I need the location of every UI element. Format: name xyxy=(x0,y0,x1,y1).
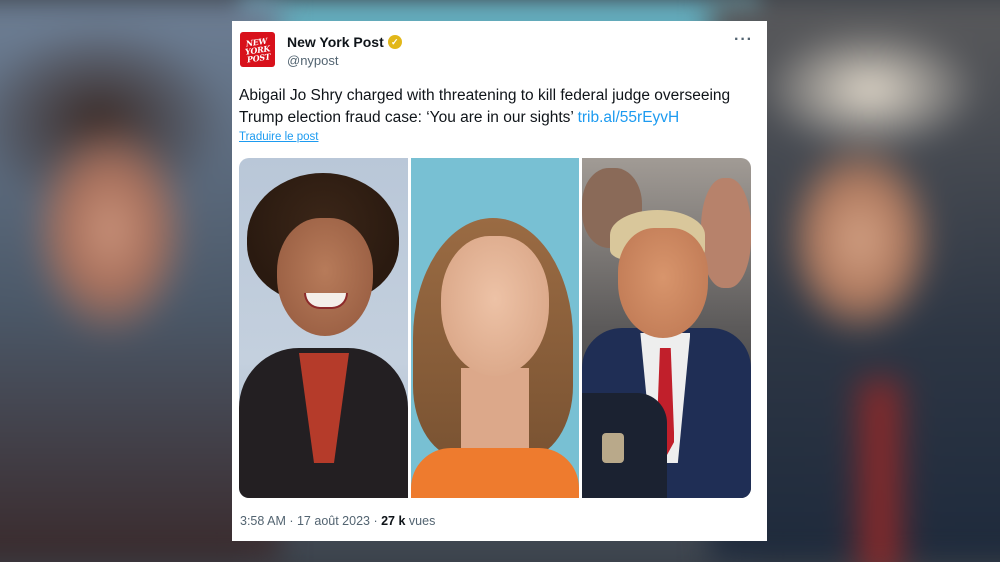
verified-badge-icon: ✓ xyxy=(387,35,402,49)
mugshot-shirt xyxy=(410,448,580,498)
views-label: vues xyxy=(405,514,436,528)
mugshot-face xyxy=(440,236,549,376)
tweet-time[interactable]: 3:58 AM xyxy=(240,514,286,528)
logo-text: NEW YORK POST xyxy=(244,35,271,65)
meta-separator-2: · xyxy=(369,514,382,528)
translate-link[interactable]: Traduire le post xyxy=(239,131,318,143)
account-name-text: New York Post xyxy=(287,34,384,50)
nypost-logo[interactable]: NEW YORK POST xyxy=(240,32,275,67)
officer-shoulder xyxy=(582,393,668,498)
judge-portrait[interactable] xyxy=(239,158,408,498)
tweet-link[interactable]: trib.al/55rEyvH xyxy=(578,109,680,126)
man-face xyxy=(618,228,709,338)
courtroom-photo[interactable] xyxy=(582,158,751,498)
tweet-text: Abigail Jo Shry charged with threatening… xyxy=(239,85,759,129)
photo-grid xyxy=(239,158,751,498)
more-options-icon[interactable]: ··· xyxy=(734,31,753,49)
background-person-right xyxy=(701,178,751,288)
account-name[interactable]: New York Post ✓ xyxy=(287,34,402,50)
mugshot-neck xyxy=(460,368,529,448)
tweet-meta: 3:58 AM · 17 août 2023 · 27 k vues xyxy=(240,514,435,528)
views-count: 27 k xyxy=(381,514,406,528)
judge-face xyxy=(277,218,373,336)
tweet-date[interactable]: 17 août 2023 xyxy=(297,514,370,528)
officer-badge-icon xyxy=(602,433,625,463)
tweet-card: NEW YORK POST New York Post ✓ @nypost ··· … xyxy=(232,21,767,541)
mugshot-photo[interactable] xyxy=(410,158,580,498)
background-tie-blur xyxy=(860,380,900,562)
account-handle[interactable]: @nypost xyxy=(287,53,339,68)
meta-separator: · xyxy=(285,514,297,528)
